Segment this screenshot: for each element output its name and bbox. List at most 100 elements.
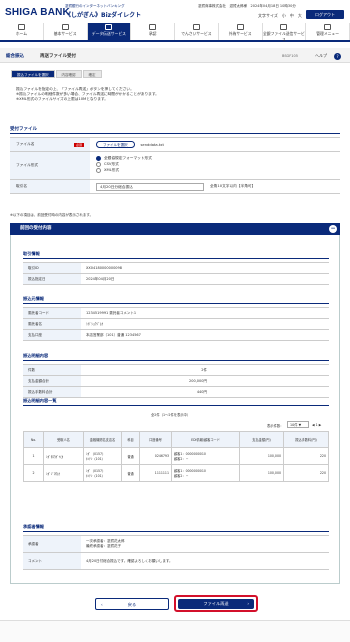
nav-label: 外為サービス: [228, 31, 252, 36]
row-amount: 100,000: [239, 447, 284, 465]
home-icon: [17, 24, 25, 30]
transaction-name-hint: 全角10文字以内【半角可】: [210, 184, 256, 188]
total-amount-value: 200,000円: [189, 379, 207, 383]
nav-home[interactable]: ホーム: [0, 23, 44, 40]
resend-file-button[interactable]: ファイル再送 ›: [178, 599, 254, 609]
logout-button[interactable]: ログアウト: [306, 10, 344, 19]
table-row: 2 ｼｶﾞｼﾞﾛｳ(ｶ ｼｶﾞ（0157） ﾎﾝﾃﾝ（101） 普通 111111…: [23, 464, 329, 482]
pager-summary: 全2件（1〜2件を表示中）: [151, 413, 191, 417]
footer-actions: ‹ 戻る ファイル再送 ›: [0, 595, 350, 612]
user-info: 滋賀商事株式会社 滋賀太郎様 2024年04月18日 10時30分: [198, 4, 296, 8]
pagination[interactable]: ◀ 1 ▶: [312, 423, 321, 427]
file-format-label: ファイル形式: [10, 152, 90, 179]
transaction-name-label: 取引名: [10, 180, 90, 193]
row-amount: 100,000: [239, 464, 284, 482]
file-name-label: ファイル名 必須: [10, 138, 90, 151]
row-payee: ｼｶﾞｼﾞﾛｳ(ｶ: [43, 464, 84, 482]
col-amount: 支払金額(円): [239, 431, 284, 448]
step-select-file: 振込ファイルを選択: [11, 70, 55, 78]
row-type: 普通: [121, 464, 140, 482]
nav-forex[interactable]: 外為サービス: [219, 23, 263, 40]
nav-admin-menu[interactable]: 管理メニュー: [306, 23, 350, 40]
chevron-down-icon: ▼: [298, 423, 302, 427]
help-link[interactable]: ヘルプ: [315, 53, 327, 59]
table-row: 1 ｼｶﾞﾀﾛｳｶﾞｲ(ｶ ｼｶﾞ（0157） ﾎﾝﾃﾝ（101） 普通 0246…: [23, 447, 329, 465]
total-amount-label: 支払金額合計: [23, 376, 81, 386]
chevron-left-icon: ‹: [101, 602, 103, 607]
nav-label: 管理メニュー: [316, 31, 340, 36]
per-page-select[interactable]: 10件 ▼: [287, 421, 309, 428]
summary-table: 件数 2件 支払金額合計 200,000円 振込手数料合計 440円: [23, 364, 329, 398]
consignor-name-value: ｼｶﾞｼｮｳｼﾞ(ｶ: [86, 322, 104, 326]
nav-data-transfer[interactable]: データ伝送サービス: [87, 23, 132, 40]
transfer-date-value: 2024年04月20日: [86, 277, 115, 281]
col-no: No.: [23, 431, 44, 448]
transaction-name-input[interactable]: 4月20日分総合振込: [96, 182, 204, 191]
zengin-file-icon: [280, 24, 288, 30]
row-account: 1111111: [139, 464, 172, 482]
transaction-id-value: XX04180000000098: [86, 266, 122, 270]
row-payee: ｼｶﾞﾀﾛｳｶﾞｲ(ｶ: [43, 447, 84, 465]
admin-menu-icon: [324, 24, 332, 30]
main-nav: ホーム 基本サービス データ伝送サービス 承認 でんさいサービス 外為サービス …: [0, 23, 350, 42]
forex-icon: [236, 24, 244, 30]
nav-label: 承認: [148, 31, 157, 36]
consignor-code-value: 1234519991 委託者コメント1: [86, 311, 137, 315]
page-title: 再送ファイル受付: [40, 54, 76, 59]
step-indicator: 振込ファイルを選択 内容確認 確定: [11, 70, 103, 78]
detail-table: No. 受取人名 金融機関名支店名 科目 口座番号 EDI情報/顧客コード 支払…: [23, 431, 329, 482]
payer-info-title: 振込元情報: [23, 296, 329, 304]
format-option-csv[interactable]: CSV形式: [96, 162, 334, 167]
bank-logo[interactable]: SHIGA BANK: [5, 7, 70, 18]
comment-label: コメント: [23, 553, 81, 569]
total-fee-value: 440円: [196, 390, 207, 394]
comment-value: 4月20日付総合振込です。確認よろしくお願いします。: [86, 559, 173, 563]
consignor-code-label: 委託者コード: [23, 308, 81, 318]
back-button[interactable]: ‹ 戻る: [95, 598, 169, 610]
count-value: 2件: [201, 368, 207, 372]
nav-basic-service[interactable]: 基本サービス: [44, 23, 88, 40]
row-branch: ﾎﾝﾃﾝ（101）: [86, 474, 105, 478]
row-edi2: 顧客2：−: [174, 474, 189, 478]
resend-button-highlight: ファイル再送 ›: [174, 595, 258, 612]
step-complete: 確定: [82, 70, 102, 78]
previous-accordion-header[interactable]: 前回の受付内容 −: [10, 223, 340, 235]
col-type: 科目: [121, 431, 140, 448]
accordion-title: 前回の受付内容: [20, 226, 52, 231]
transaction-info-table: 取引ID XX04180000000098 振込指定日 2024年04月20日: [23, 262, 329, 285]
transfer-date-label: 振込指定日: [23, 274, 81, 284]
format-option-zengin[interactable]: 全銀協規定フォーマット形式: [96, 156, 334, 161]
service-subtitle: 滋賀銀行のインターネットバンキング: [65, 4, 125, 8]
row-no: 1: [23, 447, 44, 465]
transaction-id-label: 取引ID: [23, 263, 81, 273]
radio-icon[interactable]: [96, 168, 101, 173]
page-header: 総合振込 再送ファイル受付 BSGF105 ヘルプ ?: [0, 48, 350, 63]
upload-section-title: 受付ファイル: [10, 126, 340, 134]
nav-approval[interactable]: 承認: [131, 23, 175, 40]
nav-label: データ伝送サービス: [91, 31, 126, 36]
nav-densai[interactable]: でんさいサービス: [175, 23, 219, 40]
basic-service-icon: [61, 24, 69, 30]
radio-selected-icon[interactable]: [96, 156, 101, 161]
payer-info-table: 委託者コード 1234519991 委託者コメント1 委託者名 ｼｶﾞｼｮｳｼﾞ(ｶ…: [23, 307, 329, 341]
nav-label: 基本サービス: [53, 31, 77, 36]
col-payee: 受取人名: [43, 431, 84, 448]
data-transfer-icon: [105, 24, 113, 30]
select-file-button[interactable]: ファイルを選択: [96, 141, 135, 148]
help-icon[interactable]: ?: [334, 53, 341, 60]
radio-icon[interactable]: [96, 162, 101, 167]
screen-code: BSGF105: [282, 54, 298, 58]
collapse-icon[interactable]: −: [329, 225, 337, 233]
text-size-selector[interactable]: 文字サイズ 小 中 大: [258, 13, 302, 19]
row-type: 普通: [121, 447, 140, 465]
previous-content-panel: 取引情報 取引ID XX04180000000098 振込指定日 2024年04月2…: [10, 235, 340, 584]
final-approver: 最終承認者：滋賀花子: [86, 544, 121, 548]
note-line: ※XML形式のファイルサイズの上限は10Mとなります。: [16, 97, 108, 101]
instruction-notes: 振込ファイルを指定の上、「ファイル再送」ボタンを押してください。 ※振込ファイル…: [16, 87, 159, 102]
format-option-xml[interactable]: XML形式: [96, 168, 334, 173]
payment-account-label: 支払口座: [23, 330, 81, 340]
selected-file-name: senddata.txt: [140, 142, 164, 147]
chevron-right-icon: ›: [247, 601, 249, 606]
row-no: 2: [23, 464, 44, 482]
nav-zengin-file[interactable]: 全銀ファイル送信サービス: [263, 23, 307, 42]
